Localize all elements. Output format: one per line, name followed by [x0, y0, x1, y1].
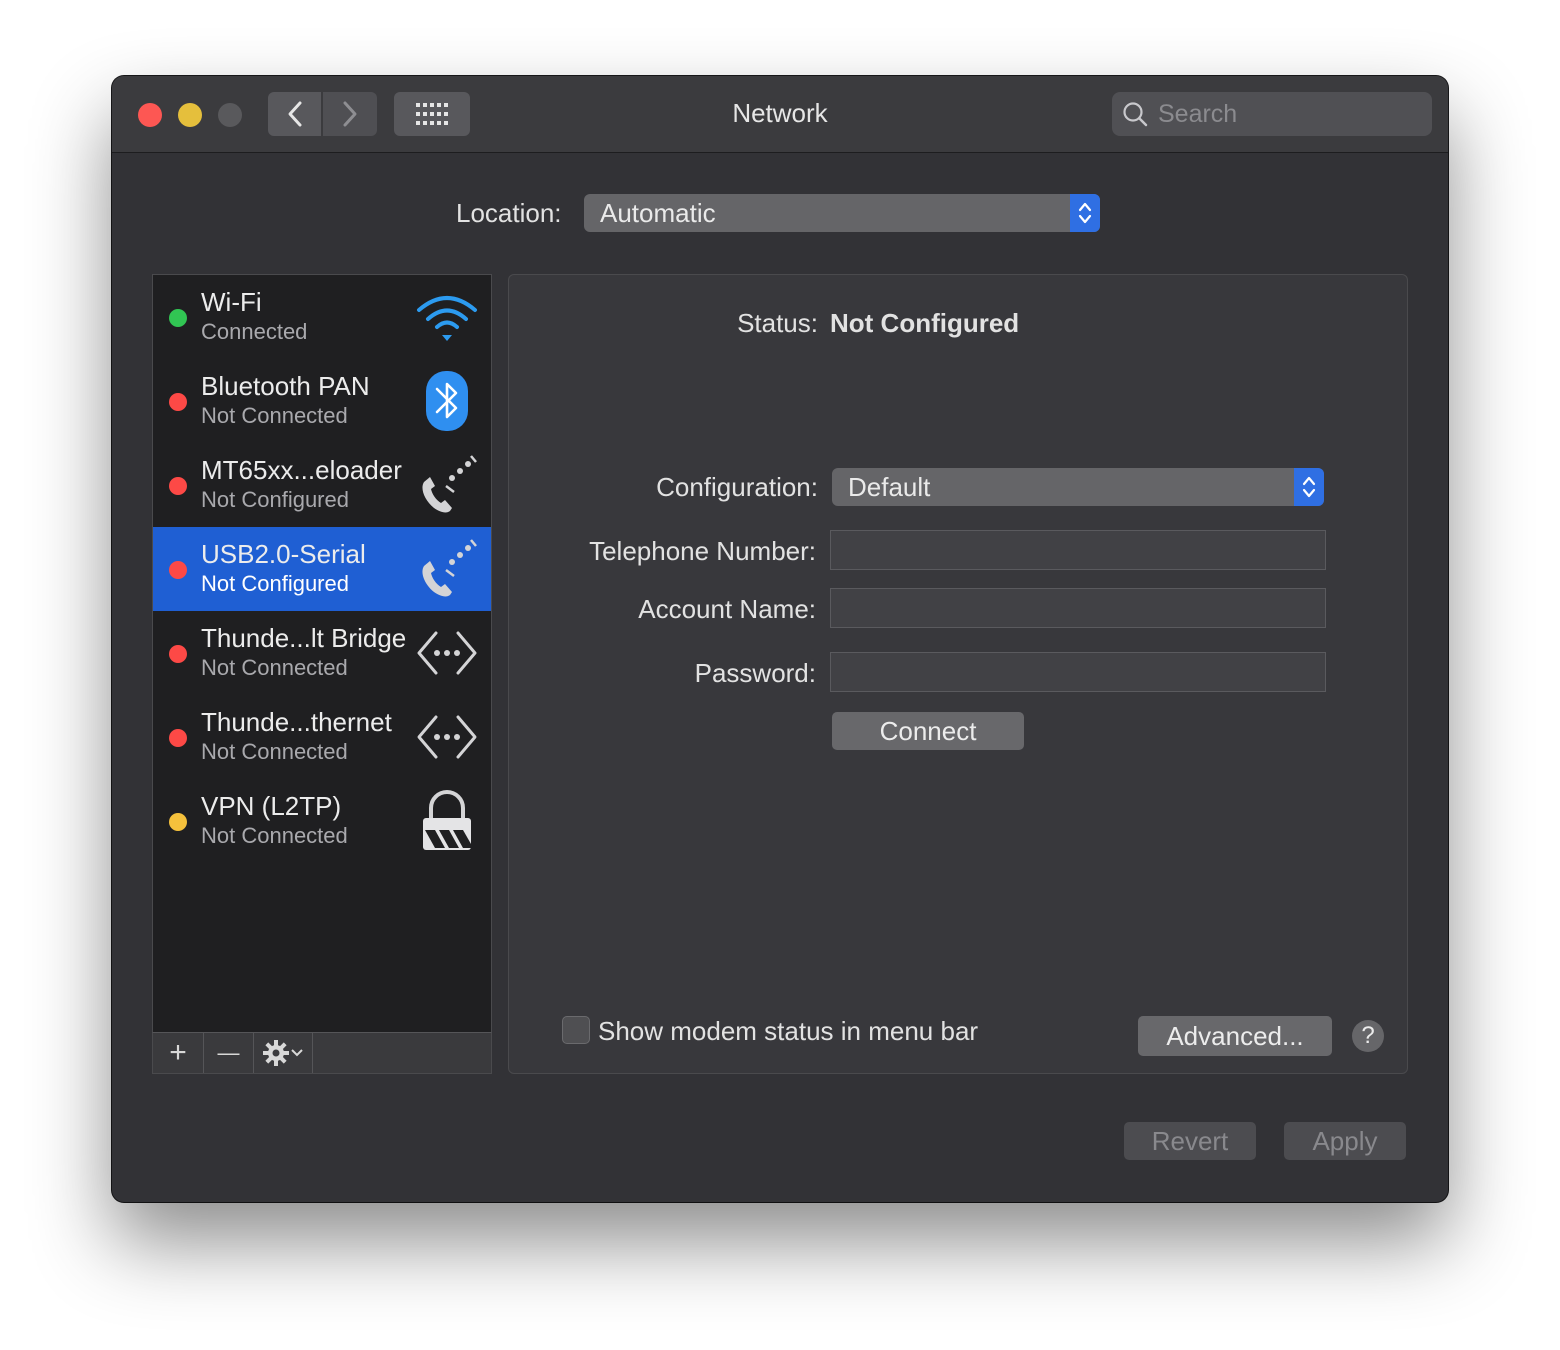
add-service-button[interactable]: + [153, 1033, 204, 1073]
service-status: Not Connected [201, 739, 348, 764]
service-item-thunderbolt-bridge[interactable]: Thunde...lt Bridge Not Connected [153, 611, 491, 695]
advanced-button[interactable]: Advanced... [1138, 1016, 1332, 1056]
service-item-mt65xx[interactable]: MT65xx...eloader Not Configured [153, 443, 491, 527]
search-input[interactable] [1156, 98, 1420, 130]
service-status: Not Connected [201, 823, 348, 848]
modem-phone-icon [415, 539, 479, 599]
show-modem-status-label: Show modem status in menu bar [598, 1016, 979, 1046]
service-item-thunderbolt-ethernet[interactable]: Thunde...thernet Not Connected [153, 695, 491, 779]
bluetooth-icon [415, 371, 479, 431]
apply-button[interactable]: Apply [1284, 1122, 1406, 1160]
telephone-number-label: Telephone Number: [589, 536, 816, 566]
password-label: Password: [694, 658, 816, 688]
wifi-icon [415, 287, 479, 347]
service-status: Connected [201, 319, 308, 344]
status-dot [169, 561, 187, 579]
status-dot [169, 309, 187, 327]
password-field[interactable] [830, 652, 1326, 692]
status-dot [169, 645, 187, 663]
search-icon [1123, 102, 1148, 127]
service-item-usb-serial[interactable]: USB2.0-Serial Not Configured [153, 527, 491, 611]
ethernet-arrows-icon [415, 623, 479, 683]
account-name-field[interactable] [830, 588, 1326, 628]
service-name: Wi-Fi [201, 287, 262, 317]
remove-service-button[interactable]: — [204, 1033, 254, 1073]
service-list-toolbar: + — [152, 1032, 492, 1074]
vpn-lock-icon [415, 790, 479, 851]
service-list[interactable]: Wi-Fi Connected Bluetooth PAN Not Connec… [152, 274, 492, 1034]
action-menu-button[interactable] [254, 1033, 313, 1073]
service-status: Not Connected [201, 655, 348, 680]
connect-button[interactable]: Connect [832, 712, 1024, 750]
service-name: MT65xx...eloader [201, 455, 402, 485]
configuration-popup[interactable]: Default [832, 468, 1324, 506]
account-name-label: Account Name: [638, 594, 816, 624]
service-name: USB2.0-Serial [201, 539, 366, 569]
service-status: Not Configured [201, 571, 349, 596]
service-name: Thunde...lt Bridge [201, 623, 407, 653]
modem-phone-icon [415, 455, 479, 515]
popup-arrows-icon [1070, 194, 1100, 232]
service-name: Thunde...thernet [201, 707, 392, 737]
status-dot [169, 813, 187, 831]
status-value: Not Configured [830, 308, 1020, 338]
service-name: VPN (L2TP) [201, 791, 342, 821]
ethernet-arrows-icon [415, 707, 479, 767]
location-popup[interactable]: Automatic [584, 194, 1100, 232]
location-value: Automatic [600, 197, 716, 228]
telephone-number-field[interactable] [830, 530, 1326, 570]
service-item-vpn-l2tp[interactable]: VPN (L2TP) Not Connected [153, 779, 491, 863]
revert-button[interactable]: Revert [1124, 1122, 1256, 1160]
service-status: Not Configured [201, 487, 349, 512]
status-dot [169, 393, 187, 411]
title-bar: Network [112, 76, 1448, 153]
service-name: Bluetooth PAN [201, 371, 370, 401]
popup-arrows-icon [1294, 468, 1324, 506]
service-item-wifi[interactable]: Wi-Fi Connected [153, 275, 491, 359]
chevron-down-icon [291, 1049, 303, 1057]
network-preferences-window: Network Location: Automatic Wi-Fi Connec… [112, 76, 1448, 1202]
show-modem-status-checkbox[interactable] [562, 1016, 590, 1044]
search-field[interactable] [1112, 92, 1432, 136]
status-label: Status: [737, 308, 818, 338]
gear-icon [263, 1040, 289, 1066]
configuration-label: Configuration: [656, 472, 818, 502]
status-dot [169, 477, 187, 495]
status-dot [169, 729, 187, 747]
location-label: Location: [456, 198, 562, 228]
help-button[interactable]: ? [1352, 1020, 1384, 1052]
configuration-value: Default [848, 471, 931, 502]
service-item-bluetooth-pan[interactable]: Bluetooth PAN Not Connected [153, 359, 491, 443]
service-status: Not Connected [201, 403, 348, 428]
